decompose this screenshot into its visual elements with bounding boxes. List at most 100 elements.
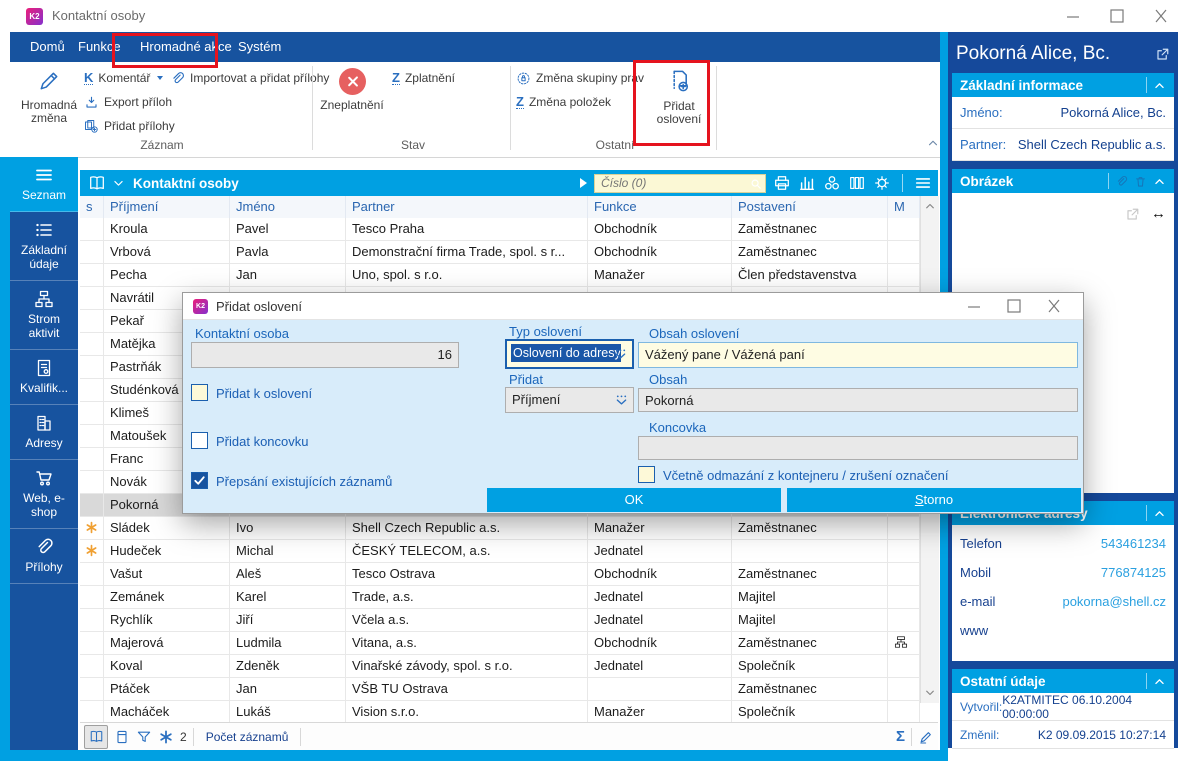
m-cell[interactable] — [888, 655, 920, 677]
table-cell[interactable]: Aleš — [230, 563, 346, 585]
table-row[interactable]: VrbováPavlaDemonstrační firma Trade, spo… — [80, 241, 920, 264]
play-icon[interactable] — [580, 178, 587, 188]
status-cell[interactable] — [80, 563, 104, 585]
bulk-change-button[interactable]: Hromadná změna — [18, 64, 80, 138]
status-cell[interactable] — [80, 218, 104, 240]
table-cell[interactable]: Vinařské závody, spol. s r.o. — [346, 655, 588, 677]
add-suffix-checkbox[interactable] — [191, 432, 208, 449]
add-combo[interactable]: Příjmení — [505, 387, 634, 413]
table-cell[interactable]: Majitel — [732, 586, 888, 608]
filter-icon[interactable] — [136, 729, 152, 745]
collapse-icon[interactable] — [1153, 675, 1166, 688]
table-cell[interactable]: Člen představenstva — [732, 264, 888, 286]
status-cell[interactable] — [80, 333, 104, 355]
table-cell[interactable]: Vrbová — [104, 241, 230, 263]
book-icon[interactable] — [88, 174, 106, 192]
change-items-button[interactable]: Z Změna položek — [516, 92, 611, 112]
close-icon[interactable] — [1146, 6, 1176, 26]
ribbon-tab-4[interactable]: Systém — [234, 32, 285, 62]
table-cell[interactable]: Manažer — [588, 264, 732, 286]
chevron-down-icon[interactable] — [112, 177, 125, 190]
card-view-icon[interactable] — [114, 729, 130, 745]
container-star-icon[interactable] — [158, 729, 174, 745]
validate-button[interactable]: Z Zplatnění — [392, 68, 455, 88]
col-name[interactable]: Jméno — [230, 196, 346, 218]
gear-icon[interactable] — [873, 174, 891, 192]
overwrite-existing-checkbox[interactable] — [191, 472, 208, 489]
table-cell[interactable]: Lukáš — [230, 701, 346, 723]
status-cell[interactable] — [80, 678, 104, 700]
m-cell[interactable] — [888, 563, 920, 585]
remove-from-container-checkbox[interactable] — [638, 466, 655, 483]
table-cell[interactable]: Manažer — [588, 701, 732, 723]
open-external-icon[interactable] — [1155, 47, 1170, 62]
table-cell[interactable]: Sládek — [104, 517, 230, 539]
m-cell[interactable] — [888, 678, 920, 700]
sidebar-item-doccert[interactable]: Kvalifik... — [10, 350, 78, 405]
menu-icon[interactable] — [914, 174, 932, 192]
table-cell[interactable]: Tesco Praha — [346, 218, 588, 240]
import-add-attachments-button[interactable]: Importovat a přidat přílohy — [170, 68, 329, 88]
table-cell[interactable]: Zaměstnanec — [732, 241, 888, 263]
table-cell[interactable]: Zaměstnanec — [732, 517, 888, 539]
table-row[interactable]: VašutAlešTesco OstravaObchodníkZaměstnan… — [80, 563, 920, 586]
paperclip-icon[interactable] — [1115, 175, 1128, 188]
table-cell[interactable]: Jan — [230, 678, 346, 700]
minimize-icon[interactable] — [1058, 6, 1088, 26]
table-cell[interactable]: Jednatel — [588, 609, 732, 631]
sidebar-item-cart[interactable]: Web, e-shop — [10, 460, 78, 529]
book-view-toggle[interactable] — [84, 725, 108, 749]
table-cell[interactable]: Jednatel — [588, 586, 732, 608]
minimize-icon[interactable] — [961, 297, 987, 315]
sidebar-item-paperclip[interactable]: Přílohy — [10, 529, 78, 584]
table-row[interactable]: PtáčekJanVŠB TU OstravaZaměstnanec — [80, 678, 920, 701]
status-cell[interactable] — [80, 241, 104, 263]
ribbon-tab-1[interactable]: Domů — [26, 32, 69, 62]
table-cell[interactable]: Zaměstnanec — [732, 563, 888, 585]
m-cell[interactable] — [888, 586, 920, 608]
col-partner[interactable]: Partner — [346, 196, 588, 218]
status-cell[interactable] — [80, 609, 104, 631]
status-cell[interactable] — [80, 425, 104, 447]
table-row[interactable]: ZemánekKarelTrade, a.s.JednatelMajitel — [80, 586, 920, 609]
table-cell[interactable]: Tesco Ostrava — [346, 563, 588, 585]
status-cell[interactable] — [80, 701, 104, 723]
ribbon-tab-3[interactable]: Hromadné akce — [136, 32, 236, 62]
sum-icon[interactable]: Σ — [896, 728, 905, 745]
table-cell[interactable]: Společník — [732, 655, 888, 677]
table-cell[interactable]: Zdeněk — [230, 655, 346, 677]
table-row[interactable]: PechaJanUno, spol. s r.o.ManažerČlen pře… — [80, 264, 920, 287]
section-header[interactable]: Obrázek — [952, 169, 1174, 193]
table-cell[interactable]: Rychlík — [104, 609, 230, 631]
sidebar-item-hamburger[interactable]: Seznam — [10, 157, 78, 212]
status-cell[interactable] — [80, 379, 104, 401]
table-cell[interactable]: Manažer — [588, 517, 732, 539]
ribbon-collapse-icon[interactable] — [926, 136, 940, 150]
table-cell[interactable]: Ptáček — [104, 678, 230, 700]
status-cell[interactable] — [80, 540, 104, 562]
status-cell[interactable] — [80, 632, 104, 654]
m-cell[interactable] — [888, 632, 920, 654]
table-cell[interactable]: Karel — [230, 586, 346, 608]
status-cell[interactable] — [80, 264, 104, 286]
table-cell[interactable]: Majitel — [732, 609, 888, 631]
table-cell[interactable]: Ludmila — [230, 632, 346, 654]
table-cell[interactable]: Macháček — [104, 701, 230, 723]
open-external-icon[interactable] — [1125, 207, 1140, 222]
table-cell[interactable]: Kroula — [104, 218, 230, 240]
table-cell[interactable]: Koval — [104, 655, 230, 677]
table-cell[interactable]: Majerová — [104, 632, 230, 654]
export-attachments-button[interactable]: Export příloh — [84, 92, 172, 112]
collapse-icon[interactable] — [1153, 175, 1166, 188]
table-row[interactable]: KroulaPavelTesco PrahaObchodníkZaměstnan… — [80, 218, 920, 241]
table-cell[interactable]: Společník — [732, 701, 888, 723]
col-s[interactable]: s — [80, 196, 104, 218]
col-position[interactable]: Postavení — [732, 196, 888, 218]
table-cell[interactable]: Ivo — [230, 517, 346, 539]
status-cell[interactable] — [80, 517, 104, 539]
table-row[interactable]: MajerováLudmilaVitana, a.s.ObchodníkZamě… — [80, 632, 920, 655]
m-cell[interactable] — [888, 517, 920, 539]
trash-icon[interactable] — [1134, 175, 1147, 188]
change-rights-group-button[interactable]: Změna skupiny práv — [516, 68, 644, 88]
table-cell[interactable]: Michal — [230, 540, 346, 562]
